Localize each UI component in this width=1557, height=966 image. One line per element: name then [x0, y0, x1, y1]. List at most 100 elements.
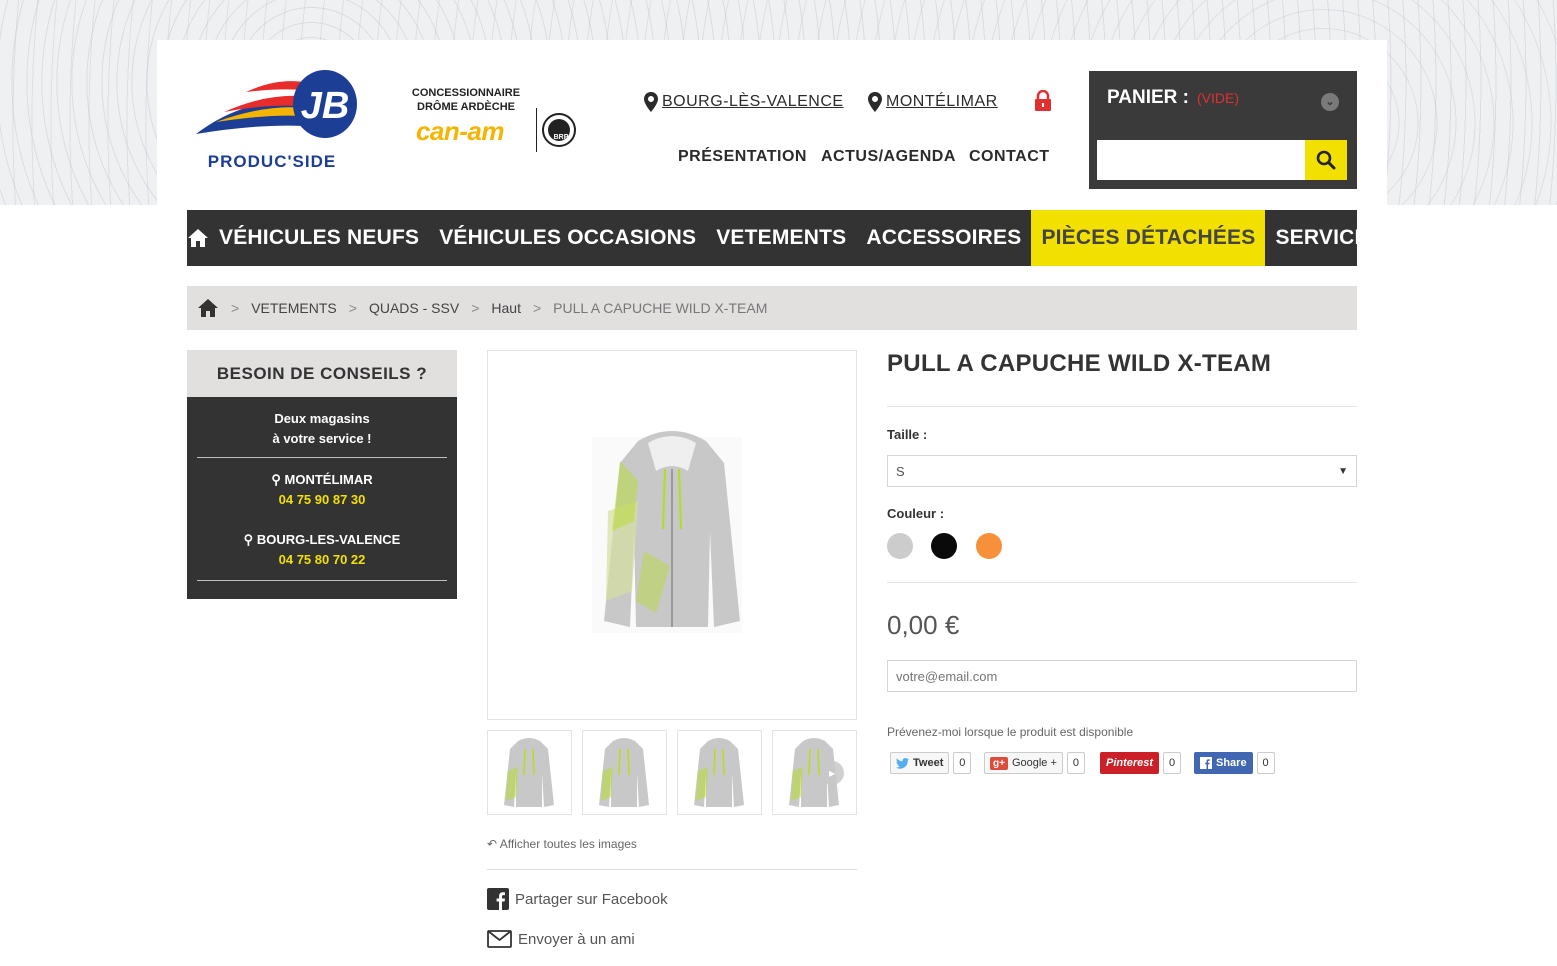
lock-icon[interactable]: [1033, 90, 1053, 112]
store-phone[interactable]: 04 75 90 87 30: [187, 490, 457, 510]
store-phone[interactable]: 04 75 80 70 22: [187, 550, 457, 570]
sidebar-store-bourg: ⚲ BOURG-LES-VALENCE 04 75 80 70 22: [187, 530, 457, 570]
search-input[interactable]: [1097, 140, 1305, 180]
chevron-down-icon[interactable]: ⌄: [1321, 93, 1339, 111]
color-label: Couleur :: [887, 506, 945, 521]
size-select[interactable]: S ▼: [887, 455, 1357, 487]
send-to-friend-link[interactable]: Envoyer à un ami: [487, 930, 635, 948]
color-swatch-black[interactable]: [931, 533, 957, 559]
map-pin-icon: ⚲: [243, 532, 254, 547]
facebook-share-button[interactable]: Share: [1194, 752, 1253, 774]
search-button[interactable]: [1305, 140, 1347, 180]
hoodie-thumb: [599, 738, 649, 807]
show-all-images-label: Afficher toutes les images: [499, 837, 637, 851]
product-image[interactable]: [487, 350, 857, 720]
cart-header[interactable]: PANIER : (VIDE): [1107, 87, 1239, 109]
facebook-share-label: Share: [1216, 757, 1247, 769]
color-swatch-orange[interactable]: [976, 533, 1002, 559]
topnav-actus-agenda[interactable]: ACTUS/AGENDA: [821, 148, 956, 166]
cart-status: (VIDE): [1196, 90, 1239, 106]
facebook-share-count: 0: [1256, 752, 1275, 774]
color-swatch-grey[interactable]: [887, 533, 913, 559]
nav-pieces-detachees[interactable]: PIÈCES DÉTACHÉES: [1031, 210, 1266, 266]
thumbnail[interactable]: [487, 730, 572, 815]
pinterest-label: Pinterest: [1106, 757, 1154, 769]
topnav-presentation[interactable]: PRÉSENTATION: [678, 148, 807, 166]
size-selected-value: S: [896, 463, 905, 479]
home-icon[interactable]: [197, 298, 219, 318]
divider: [887, 582, 1357, 583]
google-plus-button[interactable]: g+ Google +: [984, 752, 1063, 774]
logo-mark: JB: [301, 85, 350, 127]
brp-text: BRP: [554, 134, 569, 141]
nav-vetements[interactable]: VETEMENTS: [706, 210, 856, 266]
dealer-line-2: DRÔME ARDÈCHE: [417, 101, 515, 113]
tweet-widget: Tweet 0: [890, 751, 972, 775]
page-container: JB PRODUC'SIDE CONCESSIONNAIRE DRÔME ARD…: [157, 40, 1387, 966]
divider: [197, 457, 447, 458]
dealer-badge: CONCESSIONNAIRE DRÔME ARDÈCHE can-am BRP: [393, 86, 583, 156]
site-logo[interactable]: JB PRODUC'SIDE: [186, 68, 358, 176]
tweet-count: 0: [953, 752, 972, 774]
notify-email-field[interactable]: [887, 660, 1357, 692]
canam-logo: can-am: [415, 116, 505, 146]
nav-home[interactable]: [187, 210, 209, 266]
advice-sidebar: BESOIN DE CONSEILS ? Deux magasins à vot…: [187, 350, 457, 599]
hoodie-thumb: [694, 738, 744, 807]
caret-down-icon: ▼: [1338, 465, 1348, 477]
thumbnail[interactable]: [582, 730, 667, 815]
breadcrumb: > VETEMENTS > QUADS - SSV > Haut > PULL …: [187, 286, 1357, 330]
topnav-contact[interactable]: CONTACT: [969, 148, 1050, 166]
cart-panel: PANIER : (VIDE) ⌄: [1089, 71, 1357, 189]
main-navigation: VÉHICULES NEUFS VÉHICULES OCCASIONS VETE…: [187, 210, 1383, 266]
store-link-montelimar-label: MONTÉLIMAR: [886, 93, 998, 110]
breadcrumb-separator: >: [532, 300, 542, 316]
facebook-share-widget: Share 0: [1194, 751, 1275, 775]
breadcrumb-current: PULL A CAPUCHE WILD X-TEAM: [553, 300, 768, 316]
map-pin-icon: [868, 92, 882, 112]
thumbnail[interactable]: [677, 730, 762, 815]
facebook-icon: [487, 888, 509, 910]
brand-divider: [536, 108, 537, 152]
notify-text: Prévenez-moi lorsque le produit est disp…: [887, 725, 1134, 739]
sidebar-intro-line-2: à votre service !: [272, 431, 372, 446]
breadcrumb-separator: >: [231, 300, 240, 316]
nav-vehicules-occasions[interactable]: VÉHICULES OCCASIONS: [429, 210, 706, 266]
cart-title: PANIER :: [1107, 87, 1189, 108]
product-title: PULL A CAPUCHE WILD X-TEAM: [887, 350, 1272, 377]
share-facebook-label: Partager sur Facebook: [515, 890, 668, 908]
logo-wordmark: PRODUC'SIDE: [207, 152, 337, 171]
show-all-images-link[interactable]: ↶ Afficher toutes les images: [487, 837, 637, 851]
map-pin-icon: [644, 92, 658, 112]
sidebar-intro: Deux magasins à votre service !: [187, 397, 457, 457]
share-facebook-link[interactable]: Partager sur Facebook: [487, 888, 668, 910]
divider: [887, 406, 1357, 407]
brp-logo-icon: BRP: [542, 113, 576, 147]
nav-vehicules-neufs[interactable]: VÉHICULES NEUFS: [209, 210, 429, 266]
thumbnails-next-icon[interactable]: ▸: [820, 761, 844, 785]
hoodie-image: [592, 431, 742, 633]
pinterest-widget: Pinterest 0: [1100, 751, 1182, 775]
breadcrumb-vetements[interactable]: VETEMENTS: [251, 300, 337, 316]
store-link-montelimar[interactable]: MONTÉLIMAR: [868, 92, 998, 112]
tweet-button[interactable]: Tweet: [890, 752, 950, 774]
sidebar-intro-line-1: Deux magasins: [274, 411, 370, 426]
store-link-bourg[interactable]: BOURG-LÈS-VALENCE: [644, 92, 844, 112]
breadcrumb-haut[interactable]: Haut: [491, 300, 521, 316]
pinterest-button[interactable]: Pinterest: [1100, 752, 1160, 774]
divider: [197, 580, 447, 581]
breadcrumb-quads-ssv[interactable]: QUADS - SSV: [369, 300, 459, 316]
google-widget: g+ Google + 0: [984, 751, 1085, 775]
store-link-bourg-label: BOURG-LÈS-VALENCE: [662, 93, 844, 110]
thumbnail[interactable]: [772, 730, 857, 815]
google-plus-count: 0: [1066, 752, 1085, 774]
facebook-icon: [1200, 757, 1212, 769]
store-name: BOURG-LES-VALENCE: [256, 532, 401, 547]
nav-services[interactable]: SERVICES: [1265, 210, 1392, 266]
map-pin-icon: ⚲: [271, 472, 281, 487]
logo-graphic: JB: [196, 70, 357, 138]
hoodie-thumb: [504, 738, 554, 807]
nav-accessoires[interactable]: ACCESSOIRES: [856, 210, 1031, 266]
send-to-friend-label: Envoyer à un ami: [518, 930, 635, 948]
search-icon: [1316, 150, 1336, 170]
